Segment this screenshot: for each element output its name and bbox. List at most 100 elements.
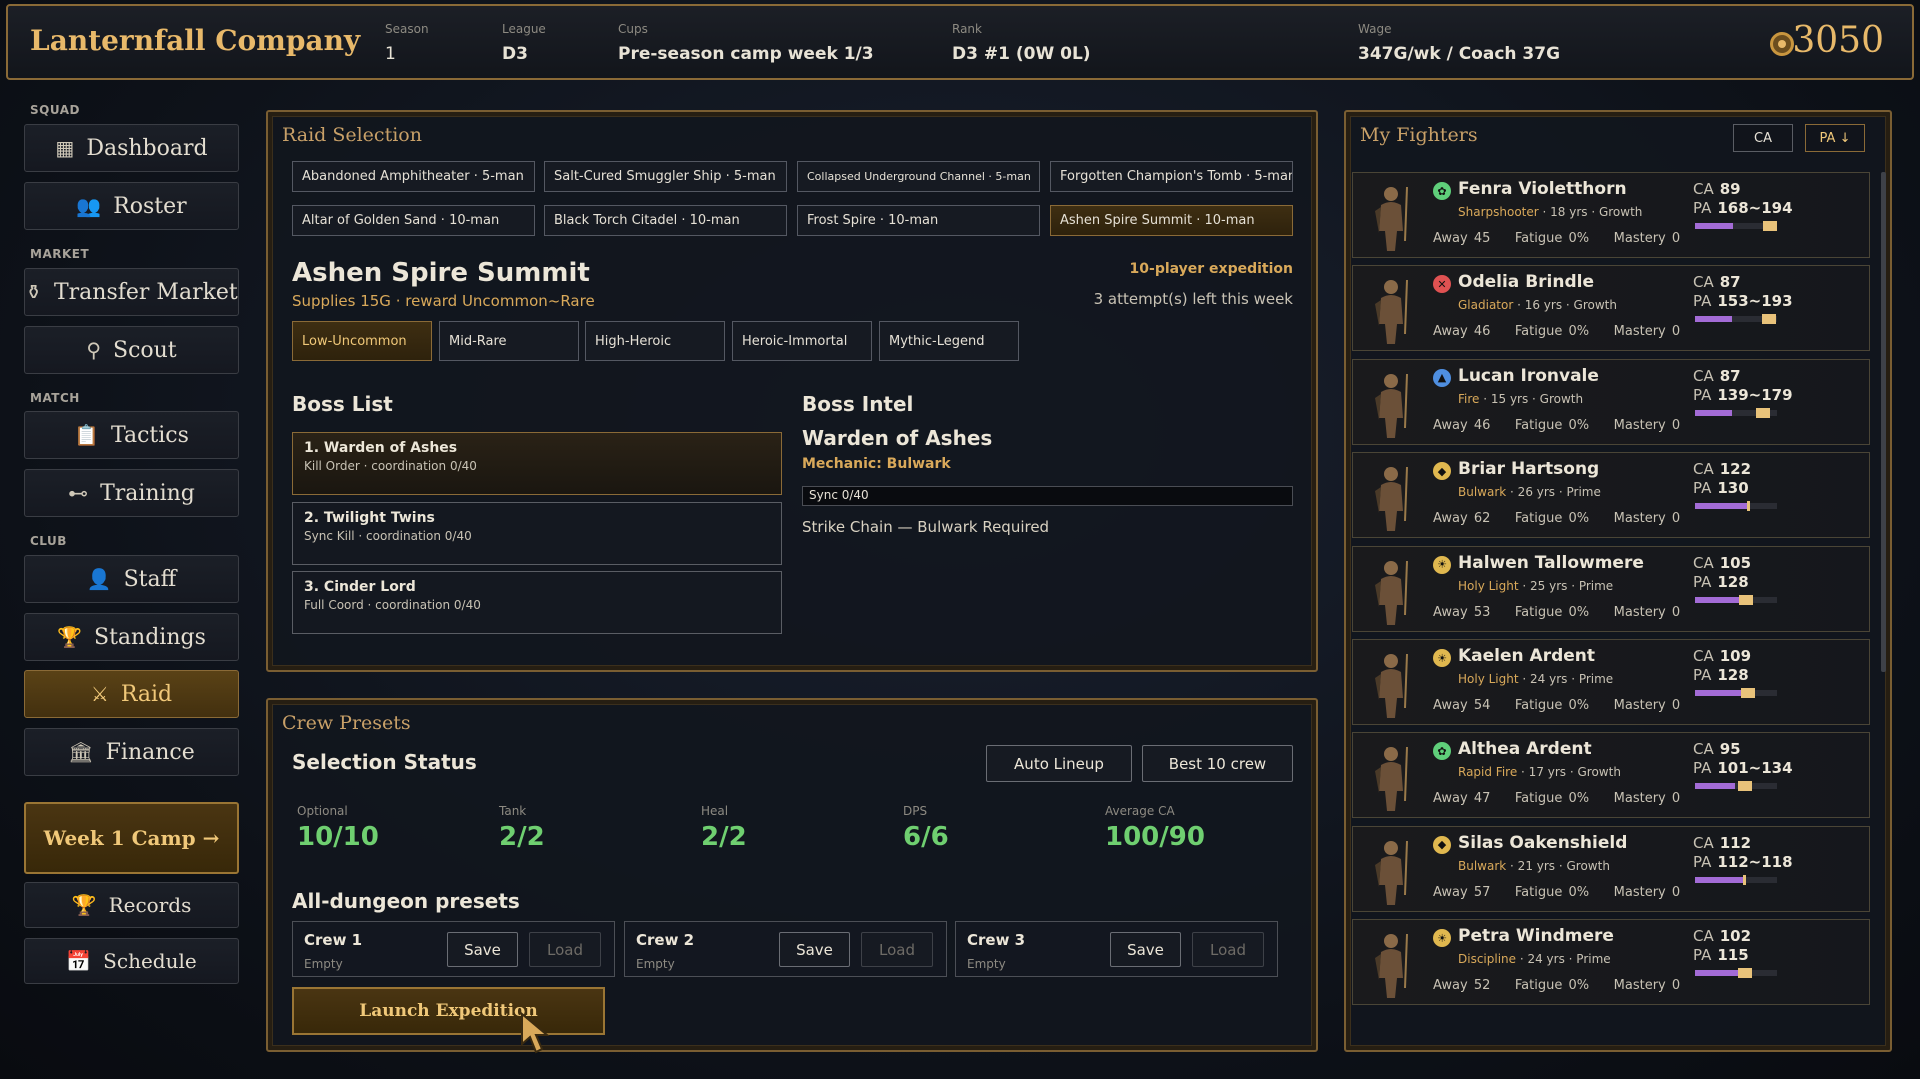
fighter-meta: Away 46 Fatigue 0% Mastery 0 <box>1433 324 1681 340</box>
dumbbell-icon: ⊷ <box>68 481 89 505</box>
nav-tactics[interactable]: 📋 Tactics <box>24 411 239 459</box>
raid-option-selected[interactable]: Ashen Spire Summit · 10-man <box>1050 205 1293 236</box>
save-button[interactable]: Save <box>447 932 518 967</box>
boss-list-item[interactable]: 2. Twilight Twins Sync Kill · coordinati… <box>292 502 782 565</box>
fighter-pa: PA 153~193 <box>1693 292 1793 311</box>
fighter-subline: Fire · 15 yrs · Growth <box>1458 392 1583 406</box>
tier-tab[interactable]: Mid-Rare <box>439 321 579 361</box>
ca-fill <box>1695 409 1732 416</box>
raid-option[interactable]: Altar of Golden Sand · 10-man <box>292 205 535 236</box>
fighter-meta: Away 57 Fatigue 0% Mastery 0 <box>1433 884 1681 900</box>
pa-marker <box>1740 688 1755 698</box>
nav-dashboard[interactable]: ▦ Dashboard <box>24 124 239 172</box>
boss-list-item[interactable]: 3. Cinder Lord Full Coord · coordination… <box>292 571 782 634</box>
nav-schedule[interactable]: 📅 Schedule <box>24 938 239 984</box>
market-section-label: MARKET <box>30 247 90 261</box>
fighter-pa: PA 112~118 <box>1693 852 1793 871</box>
nav-training[interactable]: ⊷ Training <box>24 469 239 517</box>
fighter-portrait <box>1375 653 1408 718</box>
fighter-ca: CA 87 <box>1693 273 1741 292</box>
fighter-name: Halwen Tallowmere <box>1458 552 1644 573</box>
raid-option[interactable]: Black Torch Citadel · 10-man <box>544 205 787 236</box>
club-title: Lanternfall Company <box>30 24 361 57</box>
ca-fill <box>1695 503 1747 510</box>
pa-marker <box>1763 221 1777 231</box>
fighter-card[interactable]: ▲ Lucan Ironvale Fire · 15 yrs · Growth … <box>1352 358 1870 445</box>
fighter-meta: Away 52 Fatigue 0% Mastery 0 <box>1433 978 1681 994</box>
nav-roster[interactable]: 👥 Roster <box>24 182 239 230</box>
fighter-card[interactable]: ✿ Fenra Violetthorn Sharpshooter · 18 yr… <box>1352 172 1870 258</box>
fighter-pa: PA 128 <box>1693 666 1749 684</box>
expedition-type: 10-player expedition <box>1129 261 1293 277</box>
fighter-card[interactable]: ✿ Althea Ardent Rapid Fire · 17 yrs · Gr… <box>1352 732 1870 819</box>
shield-icon: ◆ <box>1433 835 1451 854</box>
tier-tab[interactable]: Mythic-Legend <box>879 321 1019 361</box>
fighter-ability-bar <box>1695 968 1777 979</box>
raid-option[interactable]: Forgotten Champion's Tomb · 5-man <box>1050 161 1293 192</box>
sort-ca-button[interactable]: CA <box>1733 124 1793 152</box>
raid-option[interactable]: Collapsed Underground Channel · 5-man <box>797 161 1040 192</box>
tier-tab[interactable]: High-Heroic <box>585 321 725 361</box>
load-button[interactable]: Load <box>861 932 933 967</box>
stat-tank: Tank 2/2 <box>499 804 545 852</box>
fighter-portrait <box>1375 560 1408 625</box>
nav-standings[interactable]: 🏆 Standings <box>24 613 239 661</box>
top-bar: Lanternfall Company Season 1 League D3 C… <box>6 4 1914 80</box>
raid-option[interactable]: Abandoned Amphitheater · 5-man <box>292 161 535 192</box>
fighter-info: · 26 yrs · Prime <box>1506 485 1601 500</box>
week-camp-button[interactable]: Week 1 Camp → <box>24 802 239 874</box>
fighter-card[interactable]: ◆ Briar Hartsong Bulwark · 26 yrs · Prim… <box>1352 452 1870 539</box>
fighter-ability-bar <box>1695 781 1777 792</box>
nav-raid[interactable]: ⚔ Raid <box>24 670 239 718</box>
ca-fill <box>1695 223 1733 229</box>
nav-staff[interactable]: 👤 Staff <box>24 555 239 603</box>
fighter-info: · 25 yrs · Prime <box>1518 578 1614 593</box>
raid-option[interactable]: Frost Spire · 10-man <box>797 205 1040 236</box>
wage-stat: Wage 347G/wk / Coach 37G <box>1358 22 1561 64</box>
fighter-name: Fenra Violetthorn <box>1458 179 1627 199</box>
bank-icon: 🏛 <box>68 740 94 764</box>
fighter-card[interactable]: ◆ Silas Oakenshield Bulwark · 21 yrs · G… <box>1352 825 1870 912</box>
fighter-card[interactable]: ☀ Halwen Tallowmere Holy Light · 25 yrs … <box>1352 545 1870 632</box>
fighter-meta: Away 62 Fatigue 0% Mastery 0 <box>1433 511 1681 527</box>
nav-scout[interactable]: ⚲ Scout <box>24 326 239 374</box>
fighter-pa: PA 128 <box>1693 572 1749 591</box>
fighter-card[interactable]: ☀ Petra Windmere Discipline · 24 yrs · P… <box>1352 919 1870 1006</box>
nav-transfer-market[interactable]: ⚱ Transfer Market <box>24 268 239 316</box>
fighter-card[interactable]: ✕ Odelia Brindle Gladiator · 16 yrs · Gr… <box>1352 265 1870 352</box>
save-button[interactable]: Save <box>779 932 850 967</box>
nav-records[interactable]: 🏆 Records <box>24 882 239 928</box>
rank-stat: Rank D3 #1 (0W 0L) <box>952 22 1091 64</box>
best-crew-button[interactable]: Best 10 crew <box>1142 745 1293 782</box>
fighter-portrait <box>1375 934 1408 999</box>
load-button[interactable]: Load <box>1192 932 1264 967</box>
fighter-info: · 16 yrs · Growth <box>1513 298 1617 313</box>
boss-list-item[interactable]: 1. Warden of Ashes Kill Order · coordina… <box>292 432 782 495</box>
fighter-name: Lucan Ironvale <box>1458 365 1599 386</box>
leaf-icon: ✿ <box>1433 742 1451 761</box>
pa-marker <box>1739 594 1754 605</box>
sync-progress-bar: Sync 0/40 <box>802 486 1293 506</box>
save-button[interactable]: Save <box>1110 932 1181 967</box>
fighters-scrollbar[interactable] <box>1881 172 1886 672</box>
tier-tab[interactable]: Heroic-Immortal <box>732 321 872 361</box>
ca-fill <box>1695 316 1732 323</box>
fighter-role: Holy Light <box>1458 578 1519 593</box>
shield-icon: ◆ <box>1433 462 1451 481</box>
fighter-card[interactable]: ☀ Kaelen Ardent Holy Light · 24 yrs · Pr… <box>1352 639 1870 725</box>
fighter-portrait <box>1375 373 1408 438</box>
sort-pa-button[interactable]: PA ↓ <box>1805 124 1865 152</box>
nav-finance[interactable]: 🏛 Finance <box>24 728 239 776</box>
load-button[interactable]: Load <box>529 932 601 967</box>
fighter-name: Odelia Brindle <box>1458 272 1594 293</box>
fighter-ca: CA 102 <box>1693 927 1752 946</box>
boss-list-title: Boss List <box>292 392 393 416</box>
trophy-icon: 🏆 <box>57 625 83 649</box>
selection-status-title: Selection Status <box>292 750 477 774</box>
fighter-subline: Discipline · 24 yrs · Prime <box>1458 952 1611 966</box>
cursor-icon <box>521 1012 550 1054</box>
raid-option[interactable]: Salt-Cured Smuggler Ship · 5-man <box>544 161 787 192</box>
auto-lineup-button[interactable]: Auto Lineup <box>986 745 1132 782</box>
tier-tab[interactable]: Low-Uncommon <box>292 321 432 361</box>
squad-section-label: SQUAD <box>30 103 80 117</box>
